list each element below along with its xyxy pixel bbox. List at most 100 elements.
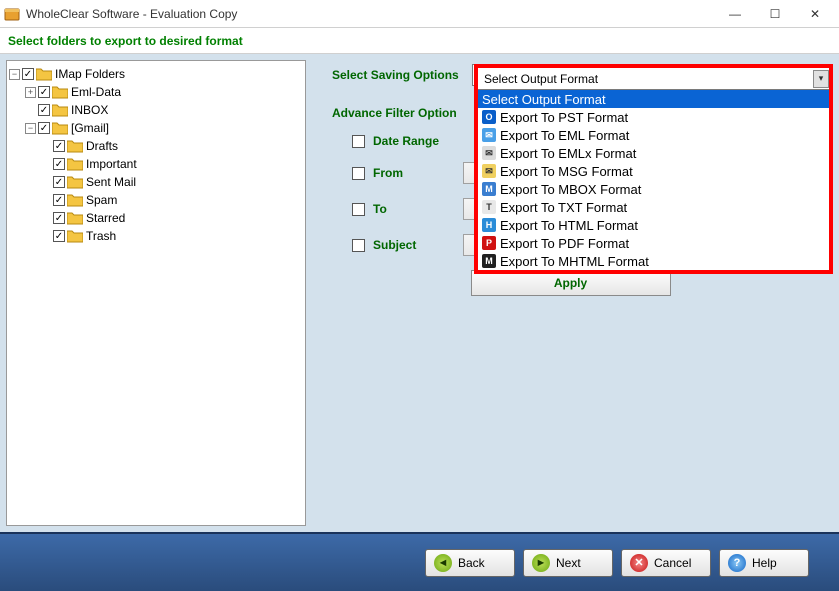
date-range-label: Date Range (373, 134, 463, 148)
close-button[interactable]: ✕ (795, 0, 835, 28)
dropdown-option-label: Export To HTML Format (500, 218, 638, 233)
dropdown-option[interactable]: ✉Export To EML Format (478, 126, 829, 144)
format-icon: O (482, 110, 496, 124)
dropdown-option[interactable]: M Export To MBOX Format (478, 180, 829, 198)
checkbox[interactable] (53, 140, 65, 152)
tree-item-sentmail[interactable]: Sent Mail (9, 173, 303, 191)
dropdown-option-label: Select Output Format (482, 92, 606, 107)
from-checkbox[interactable] (352, 167, 365, 180)
checkbox[interactable] (38, 104, 50, 116)
dropdown-option[interactable]: HExport To HTML Format (478, 216, 829, 234)
checkbox[interactable] (22, 68, 34, 80)
tree-item-important[interactable]: Important (9, 155, 303, 173)
help-label: Help (752, 556, 777, 570)
subject-label: Subject (373, 238, 463, 252)
from-label: From (373, 166, 463, 180)
window-title: WholeClear Software - Evaluation Copy (26, 7, 715, 21)
close-icon: ✕ (810, 7, 820, 21)
options-panel: Select Saving Options Select Output Form… (312, 54, 839, 532)
tree-item-spam[interactable]: Spam (9, 191, 303, 209)
folder-icon (67, 193, 83, 207)
back-button[interactable]: ◄ Back (425, 549, 515, 577)
maximize-button[interactable]: ☐ (755, 0, 795, 28)
tree-item-inbox[interactable]: INBOX (9, 101, 303, 119)
tree-item-trash[interactable]: Trash (9, 227, 303, 245)
checkbox[interactable] (53, 158, 65, 170)
tree-label: Trash (86, 229, 116, 243)
subject-checkbox[interactable] (352, 239, 365, 252)
chevron-down-icon: ▾ (813, 70, 829, 88)
checkbox[interactable] (38, 86, 50, 98)
format-icon: M (482, 182, 496, 196)
folder-tree[interactable]: − IMap Folders + Eml-Data INBOX − [Gmail… (6, 60, 306, 526)
format-icon: P (482, 236, 496, 250)
checkbox[interactable] (38, 122, 50, 134)
folder-icon (67, 211, 83, 225)
main-area: − IMap Folders + Eml-Data INBOX − [Gmail… (0, 54, 839, 532)
tree-root[interactable]: − IMap Folders (9, 65, 303, 83)
format-icon: T (482, 200, 496, 214)
dropdown-option-label: Export To PDF Format (500, 236, 629, 251)
dropdown-option[interactable]: ✉ Export To MSG Format (478, 162, 829, 180)
minimize-button[interactable]: — (715, 0, 755, 28)
folder-icon (67, 139, 83, 153)
select-value: Select Output Format (484, 72, 598, 86)
help-button[interactable]: ? Help (719, 549, 809, 577)
dropdown-option-label: Export To EMLx Format (500, 146, 636, 161)
back-label: Back (458, 556, 485, 570)
dropdown-option-label: Export To PST Format (500, 110, 628, 125)
cancel-icon: ✕ (630, 554, 648, 572)
checkbox[interactable] (53, 176, 65, 188)
cancel-button[interactable]: ✕ Cancel (621, 549, 711, 577)
dropdown-option[interactable]: P Export To PDF Format (478, 234, 829, 252)
dropdown-option[interactable]: O Export To PST Format (478, 108, 829, 126)
next-icon: ► (532, 554, 550, 572)
checkbox[interactable] (53, 194, 65, 206)
output-format-dropdown-highlight: Select Output Format ▾ Select Output For… (474, 64, 833, 274)
next-button[interactable]: ► Next (523, 549, 613, 577)
date-range-checkbox[interactable] (352, 135, 365, 148)
collapse-icon[interactable]: − (25, 123, 36, 134)
dropdown-option[interactable]: MExport To MHTML Format (478, 252, 829, 270)
output-format-dropdown-list[interactable]: Select Output Format O Export To PST Forma… (478, 90, 829, 270)
folder-icon (52, 85, 68, 99)
tree-label: Important (86, 157, 137, 171)
folder-icon (52, 121, 68, 135)
back-icon: ◄ (434, 554, 452, 572)
help-icon: ? (728, 554, 746, 572)
output-format-select-open[interactable]: Select Output Format ▾ (478, 68, 829, 90)
dropdown-option[interactable]: Select Output Format (478, 90, 829, 108)
to-label: To (373, 202, 463, 216)
dropdown-option-label: Export To MSG Format (500, 164, 633, 179)
folder-icon (67, 229, 83, 243)
tree-item-emldata[interactable]: + Eml-Data (9, 83, 303, 101)
tree-item-gmail[interactable]: − [Gmail] (9, 119, 303, 137)
tree-item-drafts[interactable]: Drafts (9, 137, 303, 155)
folder-icon (67, 157, 83, 171)
dropdown-option[interactable]: ✉ Export To EMLx Format (478, 144, 829, 162)
tree-item-starred[interactable]: Starred (9, 209, 303, 227)
format-icon: M (482, 254, 496, 268)
dropdown-option-label: Export To TXT Format (500, 200, 627, 215)
checkbox[interactable] (53, 230, 65, 242)
tree-label: Sent Mail (86, 175, 136, 189)
tree-label: Eml-Data (71, 85, 121, 99)
folder-icon (36, 67, 52, 81)
dropdown-option-label: Export To MBOX Format (500, 182, 641, 197)
collapse-icon[interactable]: − (9, 69, 20, 80)
checkbox[interactable] (53, 212, 65, 224)
folder-icon (67, 175, 83, 189)
expand-icon[interactable]: + (25, 87, 36, 98)
to-checkbox[interactable] (352, 203, 365, 216)
next-label: Next (556, 556, 581, 570)
tree-label: IMap Folders (55, 67, 125, 81)
saving-options-label: Select Saving Options (332, 68, 472, 82)
dropdown-option[interactable]: T Export To TXT Format (478, 198, 829, 216)
format-icon: ✉ (482, 164, 496, 178)
folder-icon (52, 103, 68, 117)
titlebar: WholeClear Software - Evaluation Copy — … (0, 0, 839, 28)
app-icon (4, 6, 20, 22)
format-icon: ✉ (482, 146, 496, 160)
footer: ◄ Back ► Next ✕ Cancel ? Help (0, 532, 839, 591)
tree-label: [Gmail] (71, 121, 109, 135)
